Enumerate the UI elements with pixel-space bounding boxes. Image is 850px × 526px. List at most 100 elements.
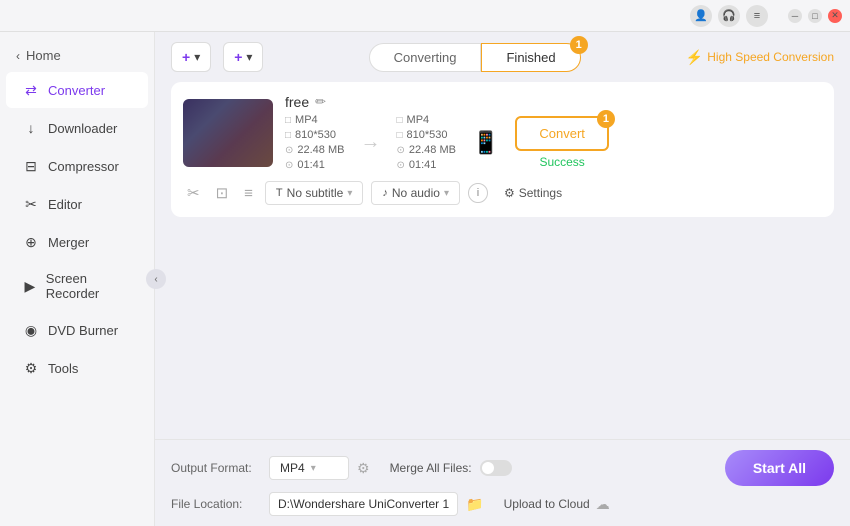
minimize-button[interactable]: ─ — [788, 9, 802, 23]
source-details: □ MP4 □ 810*530 ⊙ 22.48 MB — [285, 114, 344, 171]
dst-duration-icon: ⊙ — [396, 160, 404, 171]
cloud-icon: ☁ — [596, 496, 610, 513]
file-card: free ✏ □ MP4 □ — [171, 82, 834, 217]
output-format-value: MP4 — [280, 461, 305, 475]
src-size: 22.48 MB — [297, 144, 344, 156]
output-format-chevron-icon: ▾ — [311, 463, 316, 474]
device-export-icon[interactable]: 📱 — [472, 130, 499, 156]
sidebar-label-downloader: Downloader — [48, 121, 117, 136]
maximize-button[interactable]: □ — [808, 9, 822, 23]
sidebar-item-compressor[interactable]: ⊟ Compressor — [6, 148, 148, 184]
file-location-label: File Location: — [171, 497, 261, 511]
sidebar-item-dvd-burner[interactable]: ◉ DVD Burner — [6, 312, 148, 348]
merge-toggle[interactable] — [480, 460, 512, 476]
add-files-label: ▾ — [194, 50, 200, 64]
convert-button[interactable]: Convert 1 — [515, 116, 609, 151]
dst-resolution: 810*530 — [407, 129, 448, 141]
file-info: free ✏ □ MP4 □ — [285, 94, 822, 171]
dst-resolution-icon: □ — [396, 130, 402, 141]
user-icon[interactable]: 👤 — [690, 5, 712, 27]
sidebar-item-converter[interactable]: ⇄ Converter — [6, 72, 148, 108]
output-format-select[interactable]: MP4 ▾ — [269, 456, 349, 480]
sidebar-item-screen-recorder[interactable]: ▶ Screen Recorder — [6, 262, 148, 310]
titlebar: 👤 🎧 ≡ ─ □ ✕ — [0, 0, 850, 32]
settings-label: Settings — [519, 186, 562, 200]
crop-icon[interactable]: ⊡ — [212, 182, 233, 204]
sidebar-label-dvd-burner: DVD Burner — [48, 323, 118, 338]
tab-converting[interactable]: Converting — [369, 43, 482, 72]
screen-recorder-icon: ▶ — [22, 277, 38, 295]
home-nav[interactable]: ‹ Home — [0, 40, 154, 71]
upload-cloud-label: Upload to Cloud — [504, 497, 590, 511]
edit-filename-icon[interactable]: ✏ — [315, 94, 326, 110]
settings-gear-icon: ⚙ — [504, 186, 515, 200]
file-details: □ MP4 □ 810*530 ⊙ 22.48 MB — [285, 114, 822, 171]
sidebar: ‹ Home ⇄ Converter ↓ Downloader ⊟ Compre… — [0, 32, 155, 526]
info-icon[interactable]: i — [468, 183, 488, 203]
sidebar-item-downloader[interactable]: ↓ Downloader — [6, 110, 148, 146]
convert-label: Convert — [539, 126, 585, 141]
file-row-top: free ✏ □ MP4 □ — [183, 94, 822, 171]
subtitle-select[interactable]: T No subtitle ▾ — [265, 181, 363, 205]
tab-group: Converting Finished 1 — [275, 43, 673, 72]
sidebar-label-converter: Converter — [48, 83, 105, 98]
merge-label: Merge All Files: — [390, 461, 472, 475]
src-duration-row: ⊙ 01:41 — [285, 159, 344, 171]
add-files-button[interactable]: + ▾ — [171, 42, 211, 72]
sidebar-label-merger: Merger — [48, 235, 89, 250]
src-format-icon: □ — [285, 115, 291, 126]
start-all-button[interactable]: Start All — [725, 450, 834, 486]
start-all-label: Start All — [753, 460, 806, 476]
more-icon[interactable]: ≡ — [240, 183, 257, 204]
add-file-plus-icon: + — [182, 49, 190, 65]
src-duration: 01:41 — [297, 159, 325, 171]
src-size-row: ⊙ 22.48 MB — [285, 144, 344, 156]
sidebar-label-compressor: Compressor — [48, 159, 119, 174]
toolbar: + ▾ + ▾ Converting Finished 1 ⚡ High Spe… — [155, 32, 850, 82]
merge-all-files-row: Merge All Files: — [390, 460, 512, 476]
output-settings-gear-icon[interactable]: ⚙ — [357, 460, 370, 477]
file-name: free — [285, 94, 309, 110]
dst-size-icon: ⊙ — [396, 145, 404, 156]
back-arrow-icon: ‹ — [16, 49, 20, 63]
audio-icon: ♪ — [382, 187, 388, 199]
sidebar-label-tools: Tools — [48, 361, 78, 376]
upload-to-cloud[interactable]: Upload to Cloud ☁ — [504, 496, 610, 513]
scissors-icon[interactable]: ✂ — [183, 182, 204, 204]
sidebar-item-editor[interactable]: ✂ Editor — [6, 186, 148, 222]
dst-format-icon: □ — [396, 115, 402, 126]
audio-select[interactable]: ♪ No audio ▾ — [371, 181, 460, 205]
content-area: free ✏ □ MP4 □ — [155, 82, 850, 439]
dst-size: 22.48 MB — [409, 144, 456, 156]
dst-resolution-row: □ 810*530 — [396, 129, 455, 141]
high-speed-conversion[interactable]: ⚡ High Speed Conversion — [686, 49, 834, 66]
file-location-path: D:\Wondershare UniConverter 1 — [269, 492, 458, 516]
src-format: MP4 — [295, 114, 318, 126]
high-speed-label: High Speed Conversion — [707, 50, 834, 64]
settings-button[interactable]: ⚙ Settings — [496, 182, 570, 204]
convert-button-wrap: Convert 1 Success — [515, 116, 609, 169]
subtitle-label: T — [276, 187, 283, 199]
add-extra-button[interactable]: + ▾ — [223, 42, 263, 72]
dst-duration: 01:41 — [409, 159, 437, 171]
convert-arrow-icon: → — [360, 131, 380, 154]
menu-icon[interactable]: ≡ — [746, 5, 768, 27]
src-size-icon: ⊙ — [285, 145, 293, 156]
tab-finished[interactable]: Finished 1 — [481, 43, 580, 72]
sidebar-label-editor: Editor — [48, 197, 82, 212]
dvd-burner-icon: ◉ — [22, 321, 40, 339]
sidebar-label-screen-recorder: Screen Recorder — [46, 271, 132, 301]
src-duration-icon: ⊙ — [285, 160, 293, 171]
thumb-image — [183, 99, 273, 167]
compressor-icon: ⊟ — [22, 157, 40, 175]
sidebar-item-merger[interactable]: ⊕ Merger — [6, 224, 148, 260]
headphone-icon[interactable]: 🎧 — [718, 5, 740, 27]
dst-size-row: ⊙ 22.48 MB — [396, 144, 455, 156]
browse-folder-icon[interactable]: 📁 — [466, 496, 483, 513]
sidebar-item-tools[interactable]: ⚙ Tools — [6, 350, 148, 386]
subtitle-value: No subtitle — [287, 186, 344, 200]
collapse-sidebar-button[interactable]: ‹ — [146, 269, 166, 289]
close-button[interactable]: ✕ — [828, 9, 842, 23]
src-resolution-row: □ 810*530 — [285, 129, 344, 141]
dst-duration-row: ⊙ 01:41 — [396, 159, 455, 171]
